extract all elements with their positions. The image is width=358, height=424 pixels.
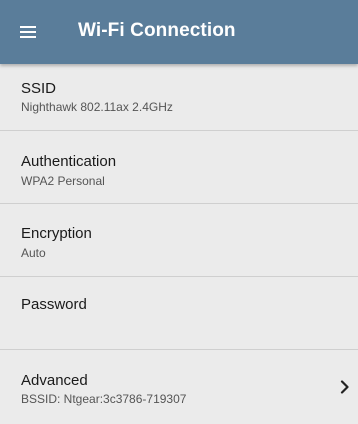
app-bar: Wi-Fi Connection <box>0 0 358 64</box>
authentication-label: Authentication <box>21 153 117 170</box>
ssid-value: Nighthawk 802.11ax 2.4GHz <box>21 100 173 114</box>
settings-list: SSID Nighthawk 802.11ax 2.4GHz Authentic… <box>0 64 358 424</box>
password-setting[interactable]: Password <box>0 277 358 350</box>
ssid-label: SSID <box>21 80 57 97</box>
password-label: Password <box>21 296 87 313</box>
encryption-value: Auto <box>21 246 46 260</box>
authentication-value: WPA2 Personal <box>21 174 105 188</box>
wifi-connection-screen: Wi-Fi Connection SSID Nighthawk 802.11ax… <box>0 0 358 424</box>
encryption-label: Encryption <box>21 225 92 242</box>
encryption-setting[interactable]: Encryption Auto <box>0 204 358 277</box>
advanced-label: Advanced <box>21 372 88 389</box>
bssid-value: BSSID: Ntgear:3c3786-719307 <box>21 392 187 406</box>
hamburger-menu-icon[interactable] <box>12 18 40 46</box>
chevron-right-icon <box>340 380 349 394</box>
advanced-setting[interactable]: Advanced BSSID: Ntgear:3c3786-719307 <box>0 350 358 424</box>
ssid-setting[interactable]: SSID Nighthawk 802.11ax 2.4GHz <box>0 64 358 131</box>
page-title: Wi-Fi Connection <box>78 20 236 41</box>
authentication-setting[interactable]: Authentication WPA2 Personal <box>0 131 358 204</box>
